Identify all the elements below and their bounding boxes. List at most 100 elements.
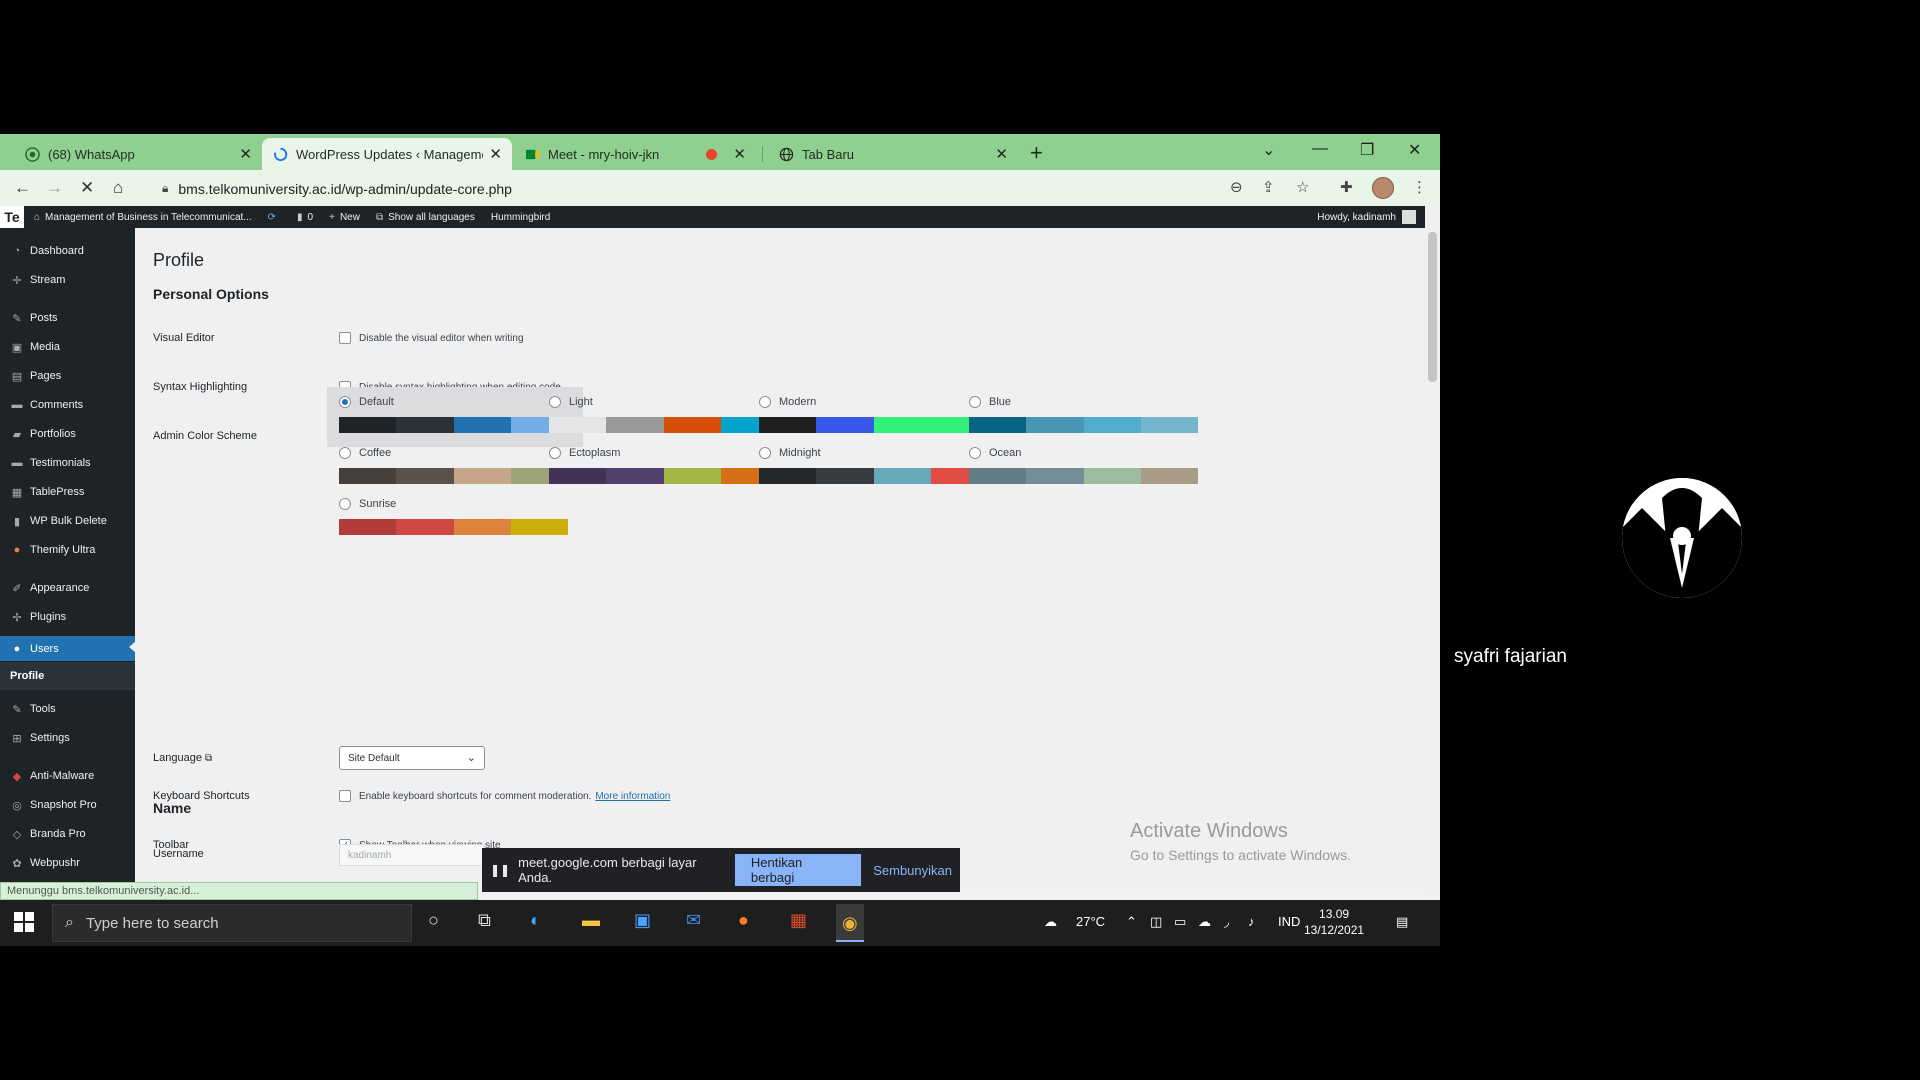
close-icon[interactable]: ✕ [733, 145, 746, 163]
sidebar-item-pages[interactable]: ▤ Pages [0, 365, 135, 387]
radio-button[interactable] [339, 498, 351, 510]
my-account[interactable]: Howdy, kadinamh [1317, 206, 1416, 228]
clock[interactable]: 13.09 13/12/2021 [1304, 906, 1364, 938]
temperature-text[interactable]: 27°C [1076, 914, 1105, 929]
input-language[interactable]: IND [1278, 914, 1300, 929]
radio-button[interactable] [969, 396, 981, 408]
comment-icon: ▬ [11, 399, 23, 411]
mail-icon[interactable]: ✉ [686, 910, 701, 931]
close-window-icon[interactable]: ✕ [1408, 140, 1421, 160]
sidebar-item-branda-pro[interactable]: ◇ Branda Pro [0, 823, 135, 845]
sidebar-item-tools[interactable]: ✎ Tools [0, 698, 135, 720]
color-swatch [339, 468, 397, 484]
windows-start-icon[interactable] [14, 912, 34, 932]
sidebar-item-themify-ultra[interactable]: ● Themify Ultra [0, 539, 135, 561]
edge-icon[interactable]: ◐ [530, 910, 541, 931]
task-view-icon[interactable]: ⧉ [478, 910, 491, 931]
site-logo[interactable]: Te [0, 206, 24, 228]
onedrive-icon[interactable]: ☁ [1198, 914, 1211, 930]
store-icon[interactable]: ▣ [634, 910, 651, 931]
color-scheme-name: Midnight [779, 447, 821, 459]
cortana-icon[interactable]: ○ [428, 910, 439, 931]
color-scheme-sunrise[interactable]: Sunrise [327, 489, 583, 549]
tab-meet[interactable]: Meet - mry-hoiv-jkn ✕ [514, 138, 756, 170]
menu-kebab-icon[interactable]: ⋮ [1412, 178, 1427, 196]
hide-button[interactable]: Sembunyikan [873, 863, 952, 878]
volume-icon[interactable]: ♪ [1248, 914, 1255, 929]
comments-link[interactable]: ▮ 0 [297, 212, 313, 223]
minimize-icon[interactable]: — [1312, 140, 1328, 158]
sidebar-item-stream[interactable]: ✛ Stream [0, 269, 135, 291]
forward-icon[interactable]: → [46, 178, 63, 198]
scrollbar-thumb[interactable] [1428, 232, 1437, 382]
language-select[interactable]: Site Default ⌄ [339, 746, 485, 770]
share-icon[interactable]: ⇪ [1262, 178, 1275, 196]
sidebar-item-plugins[interactable]: ✢ Plugins [0, 606, 135, 628]
sidebar-item-dashboard[interactable]: ◔ Dashboard [0, 240, 135, 262]
close-icon[interactable]: ✕ [995, 145, 1008, 163]
updates-link[interactable]: ⟳ [268, 212, 281, 223]
bookmark-star-icon[interactable]: ☆ [1296, 178, 1309, 196]
stop-icon[interactable]: ✕ [80, 178, 94, 198]
page-scrollbar[interactable] [1425, 206, 1440, 896]
close-icon[interactable]: ✕ [489, 145, 502, 163]
sidebar-item-testimonials[interactable]: ▬ Testimonials [0, 452, 135, 474]
radio-selected[interactable] [339, 396, 351, 408]
battery-icon[interactable]: ▭ [1174, 914, 1186, 930]
tab-new[interactable]: Tab Baru ✕ [768, 138, 1018, 170]
radio-button[interactable] [759, 447, 771, 459]
sidebar-item-webpushr[interactable]: ✿ Webpushr [0, 852, 135, 874]
hummingbird-link[interactable]: Hummingbird [491, 212, 550, 223]
wifi-icon[interactable]: ◞ [1224, 914, 1229, 930]
tab-search-icon[interactable]: ⌄ [1262, 140, 1275, 160]
tab-wordpress-updates[interactable]: WordPress Updates ‹ Management ✕ [262, 138, 512, 170]
stop-sharing-button[interactable]: Hentikan berbagi [734, 854, 862, 886]
back-icon[interactable]: ← [14, 178, 31, 198]
chrome-icon[interactable]: ◉ [836, 904, 864, 942]
close-icon[interactable]: ✕ [239, 145, 252, 163]
sidebar-item-comments[interactable]: ▬ Comments [0, 394, 135, 416]
sidebar-item-anti-malware[interactable]: ◆ Anti-Malware [0, 765, 135, 787]
radio-button[interactable] [549, 447, 561, 459]
extensions-icon[interactable]: ✚ [1340, 178, 1353, 196]
branda-icon: ◇ [12, 828, 22, 841]
chevron-up-icon[interactable]: ⌃ [1126, 914, 1137, 930]
meet-tray-icon[interactable]: ◫ [1150, 914, 1162, 930]
sidebar-item-portfolios[interactable]: ▰ Portfolios [0, 423, 135, 445]
bell-icon: ✿ [12, 857, 22, 870]
tab-whatsapp[interactable]: (68) WhatsApp ✕ [14, 138, 262, 170]
radio-button[interactable] [549, 396, 561, 408]
firefox-icon[interactable]: ● [738, 910, 749, 931]
radio-button[interactable] [339, 447, 351, 459]
sidebar-item-tablepress[interactable]: ▦ TablePress [0, 481, 135, 503]
languages-link[interactable]: ⧉ Show all languages [376, 212, 475, 223]
zoom-icon[interactable]: ⊖ [1230, 178, 1243, 196]
sidebar-item-snapshot-pro[interactable]: ◎ Snapshot Pro [0, 794, 135, 816]
sidebar-item-appearance[interactable]: ✐ Appearance [0, 577, 135, 599]
profile-avatar[interactable] [1372, 177, 1394, 199]
visual-editor-checkbox[interactable] [339, 332, 351, 344]
new-content-link[interactable]: + New [329, 212, 360, 223]
file-explorer-icon[interactable]: ▬ [582, 910, 600, 931]
home-icon[interactable]: ⌂ [113, 178, 123, 198]
visual-editor-option[interactable]: Disable the visual editor when writing [339, 332, 524, 344]
sidebar-item-users[interactable]: ● Users [0, 636, 135, 661]
taskbar-search[interactable]: ⌕ Type here to search [52, 904, 412, 942]
weather-icon[interactable]: ☁ [1044, 914, 1057, 930]
sidebar-item-settings[interactable]: ⊞ Settings [0, 727, 135, 749]
site-name-link[interactable]: ⌂ Management of Business in Telecommunic… [34, 212, 252, 223]
sidebar-subitem-profile[interactable]: Profile [0, 662, 135, 690]
restore-icon[interactable]: ❐ [1360, 140, 1374, 160]
color-swatch [1140, 417, 1198, 433]
new-tab-button[interactable]: + [1030, 140, 1043, 166]
sidebar-item-posts[interactable]: ✎ Posts [0, 307, 135, 329]
office-icon[interactable]: ▦ [790, 910, 807, 931]
notifications-icon[interactable]: ▤ [1396, 914, 1408, 930]
sidebar-item-wp-bulk-delete[interactable]: ▮ WP Bulk Delete [0, 510, 135, 532]
address-bar[interactable]: 🔒︎ bms.telkomuniversity.ac.id/wp-admin/u… [150, 175, 1250, 202]
sidebar-item-media[interactable]: ▣ Media [0, 336, 135, 358]
radio-button[interactable] [759, 396, 771, 408]
radio-button[interactable] [969, 447, 981, 459]
color-scheme-ocean[interactable]: Ocean [957, 438, 1213, 498]
pin-icon: ✎ [12, 312, 22, 325]
